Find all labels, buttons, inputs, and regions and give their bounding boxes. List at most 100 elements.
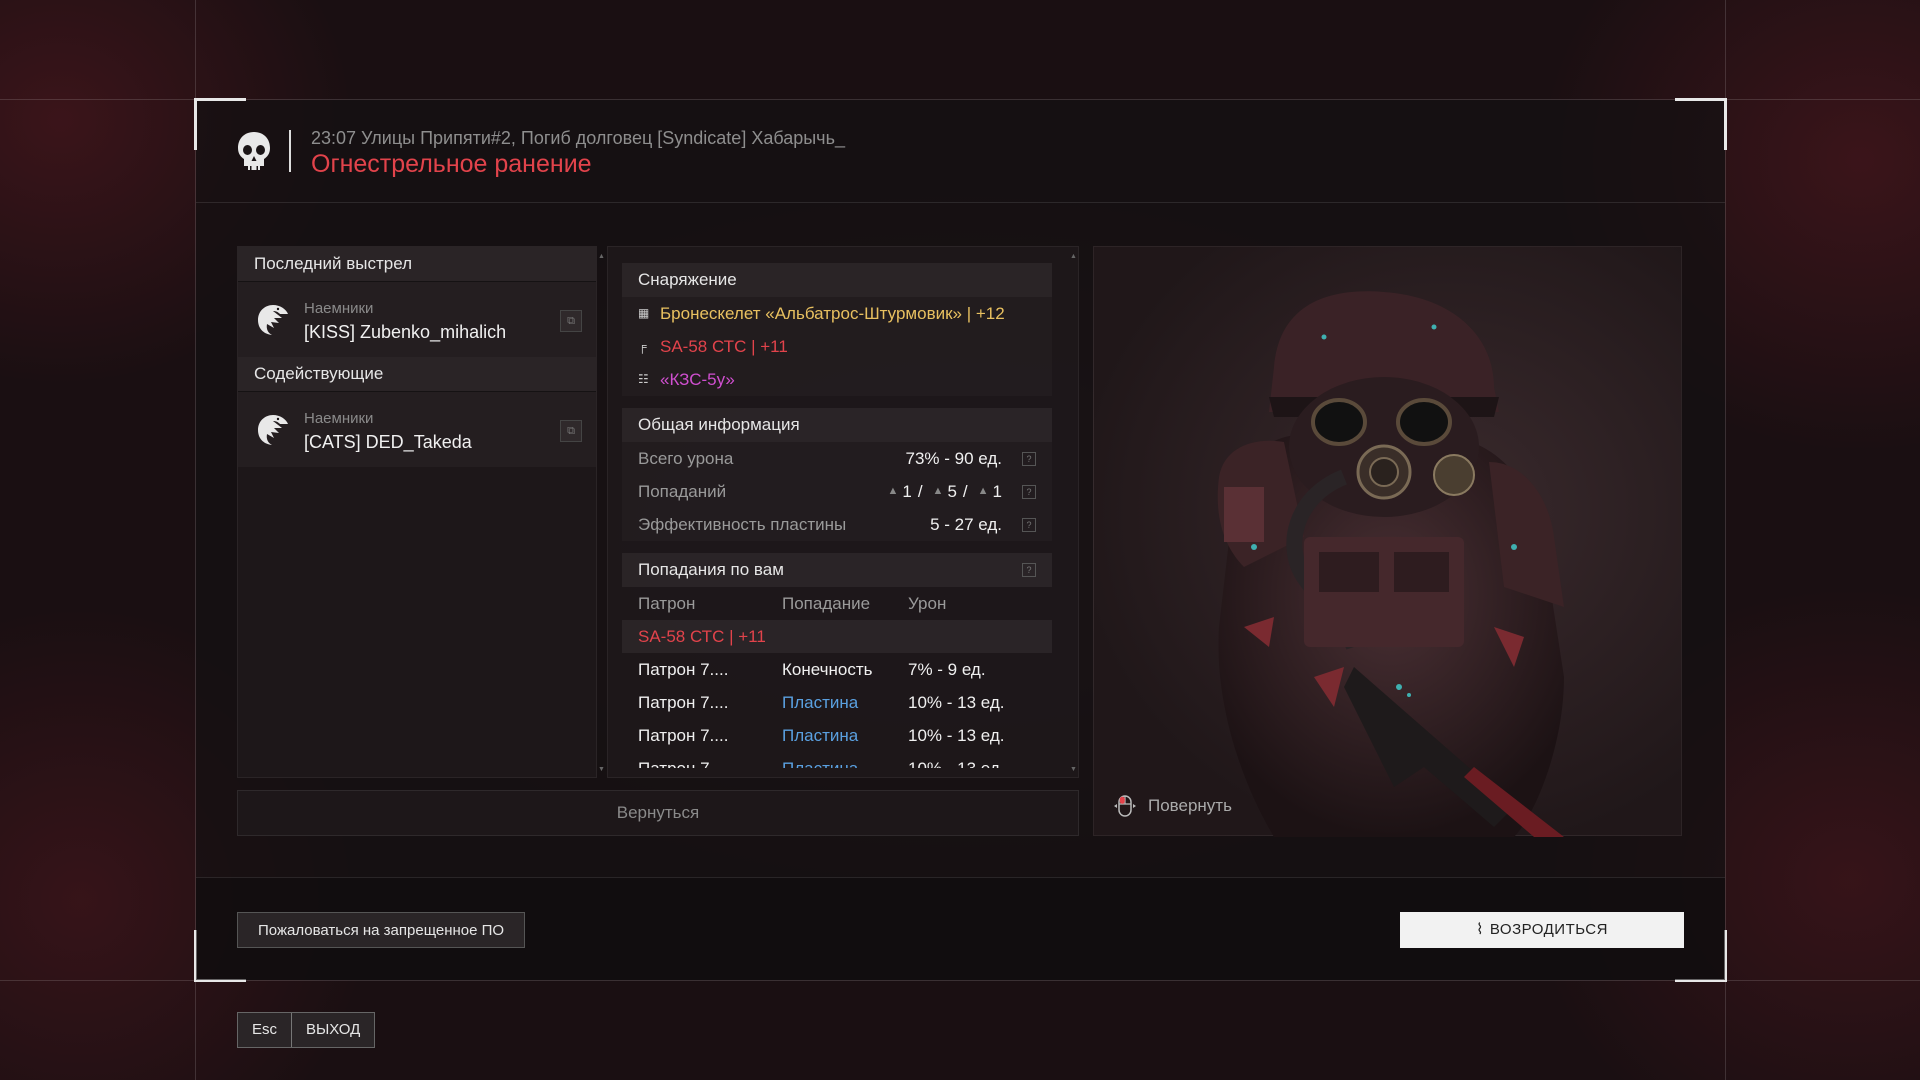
equipment-gasmask-name: «КЗС-5у»	[660, 370, 735, 389]
respawn-button[interactable]: ⌇ ВОЗРОДИТЬСЯ	[1400, 912, 1684, 948]
table-row: Патрон 7.... Пластина 10% - 13 ед.	[622, 686, 1052, 719]
plate-efficiency-value: 5 - 27 ед.	[930, 515, 1002, 534]
mouse-rotate-icon	[1114, 795, 1136, 817]
hit-location: Пластина	[782, 726, 859, 745]
left-scrollbar[interactable]: ▲ ▼	[598, 253, 605, 773]
hits-head-value: 1	[902, 482, 912, 501]
hit-location: Пластина	[782, 752, 908, 768]
scroll-up-icon[interactable]: ▲	[1070, 253, 1077, 260]
scroll-down-icon[interactable]: ▼	[598, 766, 605, 773]
copy-name-icon[interactable]: ⧉	[560, 310, 582, 332]
plate-efficiency-label: Эффективность пластины	[638, 515, 847, 534]
report-cheat-button[interactable]: Пожаловаться на запрещенное ПО	[237, 912, 526, 948]
equipment-rifle-name: SA-58 СТС | +11	[660, 337, 788, 356]
hit-damage: 7% - 9 ед.	[908, 660, 986, 679]
col-ammo: Патрон	[638, 594, 696, 613]
table-row: Патрон 7.... Пластина 10% - 13 ед.	[622, 719, 1052, 752]
assist-title: Содействующие	[238, 357, 596, 391]
equipment-item-rifle: ╒ SA-58 СТС | +11	[622, 330, 1052, 363]
rotate-hint: Повернуть	[1114, 793, 1232, 819]
killers-panel: Последний выстрел Наемники [KISS] Zubenk…	[237, 246, 605, 778]
equipment-item-gasmask: ☷ «КЗС-5у»	[622, 363, 1052, 396]
rotate-label: Повернуть	[1148, 796, 1232, 815]
respawn-label: ВОЗРОДИТЬСЯ	[1489, 921, 1608, 938]
death-event-line: 23:07 Улицы Припяти#2, Погиб долговец [S…	[311, 128, 845, 148]
hit-location: Пластина	[782, 693, 859, 712]
general-info-block: Общая информация Всего урона 73% - 90 ед…	[622, 408, 1052, 541]
details-panel: Снаряжение ▦ Бронескелет «Альбатрос-Штур…	[607, 246, 1079, 778]
details-scrollbar[interactable]: ▲ ▼	[1070, 253, 1077, 773]
back-button[interactable]: Вернуться	[237, 790, 1079, 836]
death-cause-title: Огнестрельное ранение	[311, 150, 592, 178]
help-icon[interactable]: ?	[1022, 563, 1036, 577]
hits-row: Попаданий ▲ 1 / ▲ 5 / ▲ 1 ?	[622, 475, 1052, 508]
table-row: Патрон 7.... Конечность 7% - 9 ед.	[622, 653, 1052, 686]
help-icon[interactable]: ?	[1022, 484, 1036, 499]
copy-name-icon[interactable]: ⧉	[560, 420, 582, 442]
death-report-window: 23:07 Улицы Припяти#2, Погиб долговец [S…	[194, 98, 1727, 982]
hit-damage: 10% - 13 ед.	[908, 693, 1005, 712]
armor-icon: ▦	[638, 306, 650, 320]
hit-ammo: Патрон 7....	[638, 660, 729, 679]
hits-on-you-header: Попадания по вам ?	[622, 553, 1052, 587]
mercenaries-eagle-icon	[258, 415, 288, 445]
exit-button[interactable]: ВЫХОД	[292, 1013, 375, 1047]
bottom-action-bar: Пожаловаться на запрещенное ПО ⌇ ВОЗРОДИТ…	[196, 877, 1725, 980]
scroll-up-icon[interactable]: ▲	[598, 253, 605, 260]
killer-faction: Наемники	[304, 300, 374, 317]
pulse-icon: ⌇	[1476, 921, 1484, 938]
hit-damage: 10% - 13 ед.	[908, 726, 1005, 745]
skull-icon	[238, 132, 270, 170]
hit-ammo: Патрон 7....	[638, 726, 729, 745]
assist-name: [CATS] DED_Takeda	[304, 432, 472, 452]
hit-ammo: Патрон 7....	[638, 693, 729, 712]
killer-row[interactable]: Наемники [KISS] Zubenko_mihalich ⧉	[238, 281, 596, 357]
assist-faction: Наемники	[304, 410, 374, 427]
hits-on-you-title: Попадания по вам	[638, 560, 784, 579]
hit-ammo: Патрон 7....	[638, 752, 782, 768]
character-model-viewer[interactable]: Повернуть	[1093, 246, 1682, 837]
hit-location: Конечность	[782, 660, 873, 679]
person-icon: ▲	[977, 485, 989, 497]
exit-control[interactable]: Esc ВЫХОД	[237, 1012, 376, 1048]
gasmask-icon: ☷	[638, 372, 649, 386]
hits-limb-value: 1	[992, 482, 1002, 501]
hits-separator: /	[917, 482, 923, 501]
table-row: Патрон 7.... Пластина 10% - 13 ед.	[622, 752, 1052, 768]
equipment-armor-name: Бронескелет «Альбатрос-Штурмовик» | +12	[660, 304, 1005, 323]
total-damage-row: Всего урона 73% - 90 ед.?	[622, 442, 1052, 475]
hits-on-you-block: Попадания по вам ? Патрон Попадание Урон…	[622, 553, 1052, 768]
equipment-block: Снаряжение ▦ Бронескелет «Альбатрос-Штур…	[622, 263, 1052, 396]
general-info-title: Общая информация	[622, 408, 1052, 442]
guide-line-bottom	[0, 980, 1920, 981]
mercenaries-eagle-icon	[258, 305, 288, 335]
character-model-image	[1217, 291, 1564, 837]
equipment-item-armor: ▦ Бронескелет «Альбатрос-Штурмовик» | +1…	[622, 297, 1052, 330]
col-hit: Попадание	[782, 594, 871, 613]
guide-line-right	[1725, 0, 1726, 1080]
killer-name: [KISS] Zubenko_mihalich	[304, 322, 507, 342]
col-damage: Урон	[908, 594, 947, 613]
equipment-title: Снаряжение	[622, 263, 1052, 297]
details-scroll-area[interactable]: Снаряжение ▦ Бронескелет «Альбатрос-Штур…	[622, 263, 1052, 768]
help-icon[interactable]: ?	[1022, 451, 1036, 466]
scroll-down-icon[interactable]: ▼	[1070, 766, 1077, 773]
person-icon: ▲	[932, 485, 944, 497]
total-damage-label: Всего урона	[638, 449, 734, 468]
hit-damage: 10% - 13 ед.	[908, 752, 1048, 768]
death-header: 23:07 Улицы Припяти#2, Погиб долговец [S…	[196, 100, 1725, 203]
hits-separator: /	[962, 482, 968, 501]
esc-key-hint: Esc	[238, 1013, 293, 1047]
assist-row[interactable]: Наемники [CATS] DED_Takeda ⧉	[238, 391, 596, 467]
hits-body-value: 5	[947, 482, 957, 501]
plate-efficiency-row: Эффективность пластины 5 - 27 ед.?	[622, 508, 1052, 541]
hits-label: Попаданий	[638, 482, 727, 501]
hits-weapon-row: SA-58 СТС | +11	[622, 620, 1052, 653]
hits-table-header: Патрон Попадание Урон	[622, 587, 1052, 620]
rifle-icon: ╒	[638, 339, 647, 353]
person-icon: ▲	[887, 485, 899, 497]
total-damage-value: 73% - 90 ед.	[905, 449, 1003, 468]
header-divider	[289, 130, 291, 172]
last-shot-title: Последний выстрел	[238, 247, 596, 281]
help-icon[interactable]: ?	[1022, 517, 1036, 532]
